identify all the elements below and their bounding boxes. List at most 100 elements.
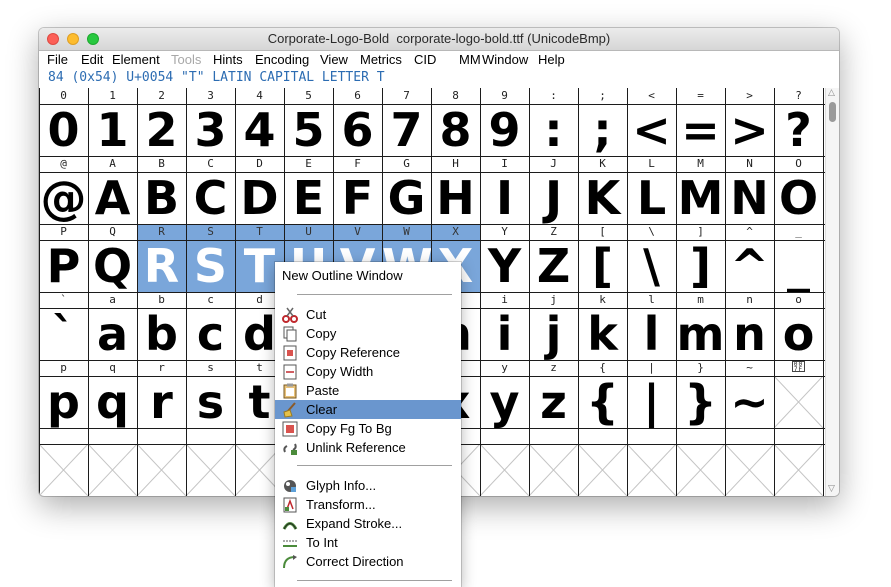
glyph-cell[interactable]: Q xyxy=(88,240,137,292)
menu-cid[interactable]: CID xyxy=(414,51,436,69)
glyph-cell[interactable] xyxy=(774,444,823,496)
title-bar[interactable]: Corporate-Logo-Bold corporate-logo-bold.… xyxy=(39,28,839,51)
glyph-cell[interactable]: m xyxy=(676,308,725,360)
glyph-cell[interactable] xyxy=(774,376,823,428)
glyph-cell[interactable] xyxy=(578,444,627,496)
glyph-cell[interactable]: [ xyxy=(578,240,627,292)
glyph-cell[interactable]: 0 xyxy=(39,104,88,156)
glyph-cell[interactable]: k xyxy=(578,308,627,360)
glyph-cell[interactable]: ; xyxy=(578,104,627,156)
glyph-cell[interactable]: D xyxy=(235,172,284,224)
glyph-cell[interactable]: ^ xyxy=(725,240,774,292)
glyph-cell[interactable] xyxy=(39,444,88,496)
glyph-cell[interactable]: H xyxy=(431,172,480,224)
context-item-copy-fg-to-bg[interactable]: Copy Fg To Bg xyxy=(275,419,461,438)
menu-encoding[interactable]: Encoding xyxy=(255,51,309,69)
glyph-cell[interactable]: a xyxy=(88,308,137,360)
glyph-cell[interactable] xyxy=(725,444,774,496)
glyph-cell[interactable]: 8 xyxy=(431,104,480,156)
context-item-clear[interactable]: Clear xyxy=(275,400,461,419)
menu-edit[interactable]: Edit xyxy=(81,51,103,69)
glyph-cell[interactable]: | xyxy=(627,376,676,428)
glyph-cell[interactable]: K xyxy=(578,172,627,224)
glyph-cell[interactable]: s xyxy=(186,376,235,428)
menu-hints[interactable]: Hints xyxy=(213,51,243,69)
glyph-cell[interactable] xyxy=(529,444,578,496)
glyph-cell[interactable] xyxy=(137,444,186,496)
context-item-transform[interactable]: Transform... xyxy=(275,495,461,514)
glyph-cell[interactable]: 4 xyxy=(235,104,284,156)
glyph-cell[interactable]: p xyxy=(39,376,88,428)
glyph-cell[interactable]: G xyxy=(382,172,431,224)
glyph-cell[interactable]: J xyxy=(529,172,578,224)
glyph-cell[interactable] xyxy=(676,444,725,496)
glyph-cell[interactable]: E xyxy=(284,172,333,224)
glyph-cell[interactable]: \ xyxy=(627,240,676,292)
scroll-down-arrow-icon[interactable]: ▽ xyxy=(828,485,835,494)
glyph-cell[interactable]: j xyxy=(529,308,578,360)
glyph-cell[interactable]: 9 xyxy=(480,104,529,156)
glyph-cell[interactable]: F xyxy=(333,172,382,224)
scroll-up-arrow-icon[interactable]: △ xyxy=(828,89,835,98)
glyph-cell[interactable]: o xyxy=(774,308,823,360)
glyph-cell[interactable]: Y xyxy=(480,240,529,292)
glyph-cell[interactable]: 5 xyxy=(284,104,333,156)
glyph-cell[interactable]: B xyxy=(137,172,186,224)
glyph-cell[interactable] xyxy=(480,444,529,496)
glyph-cell[interactable]: L xyxy=(627,172,676,224)
context-item-to-int[interactable]: To Int xyxy=(275,533,461,552)
glyph-cell[interactable]: R xyxy=(137,240,186,292)
glyph-cell[interactable]: : xyxy=(529,104,578,156)
glyph-cell[interactable]: ] xyxy=(676,240,725,292)
glyph-cell[interactable]: > xyxy=(725,104,774,156)
glyph-cell[interactable]: Z xyxy=(529,240,578,292)
context-item-cut[interactable]: Cut xyxy=(275,305,461,324)
glyph-cell[interactable]: = xyxy=(676,104,725,156)
context-item-copy-reference[interactable]: Copy Reference xyxy=(275,343,461,362)
glyph-cell[interactable]: O xyxy=(774,172,823,224)
context-item-copy-width[interactable]: Copy Width xyxy=(275,362,461,381)
context-item-copy[interactable]: Copy xyxy=(275,324,461,343)
glyph-cell[interactable]: 6 xyxy=(333,104,382,156)
glyph-cell[interactable]: { xyxy=(578,376,627,428)
glyph-cell[interactable]: l xyxy=(627,308,676,360)
menu-help[interactable]: Help xyxy=(538,51,565,69)
glyph-cell[interactable]: S xyxy=(186,240,235,292)
glyph-cell[interactable]: n xyxy=(725,308,774,360)
vertical-scrollbar[interactable]: △ ▽ xyxy=(825,88,839,496)
context-item-correct-direction[interactable]: Correct Direction xyxy=(275,552,461,571)
glyph-cell[interactable]: i xyxy=(480,308,529,360)
glyph-cell[interactable]: ` xyxy=(39,308,88,360)
glyph-cell[interactable] xyxy=(88,444,137,496)
glyph-cell[interactable]: 3 xyxy=(186,104,235,156)
glyph-cell[interactable]: @ xyxy=(39,172,88,224)
glyph-cell[interactable]: < xyxy=(627,104,676,156)
glyph-cell[interactable]: } xyxy=(676,376,725,428)
glyph-cell[interactable]: ~ xyxy=(725,376,774,428)
context-item-expand-stroke[interactable]: Expand Stroke... xyxy=(275,514,461,533)
glyph-cell[interactable]: 7 xyxy=(382,104,431,156)
context-item-unlink-reference[interactable]: Unlink Reference xyxy=(275,438,461,457)
context-item-glyph-info[interactable]: Glyph Info... xyxy=(275,476,461,495)
glyph-cell[interactable]: y xyxy=(480,376,529,428)
glyph-cell[interactable]: z xyxy=(529,376,578,428)
glyph-cell[interactable]: 1 xyxy=(88,104,137,156)
glyph-cell[interactable]: I xyxy=(480,172,529,224)
menu-element[interactable]: Element xyxy=(112,51,160,69)
glyph-cell[interactable]: C xyxy=(186,172,235,224)
context-item-paste[interactable]: Paste xyxy=(275,381,461,400)
scrollbar-thumb[interactable] xyxy=(829,102,836,122)
glyph-cell[interactable]: P xyxy=(39,240,88,292)
glyph-cell[interactable]: r xyxy=(137,376,186,428)
glyph-cell[interactable]: _ xyxy=(774,240,823,292)
menu-metrics[interactable]: Metrics xyxy=(360,51,402,69)
glyph-cell[interactable]: M xyxy=(676,172,725,224)
glyph-cell[interactable]: b xyxy=(137,308,186,360)
menu-view[interactable]: View xyxy=(320,51,348,69)
glyph-cell[interactable]: ? xyxy=(774,104,823,156)
menu-mm[interactable]: MM xyxy=(459,51,481,69)
glyph-cell[interactable] xyxy=(627,444,676,496)
glyph-cell[interactable]: q xyxy=(88,376,137,428)
menu-file[interactable]: File xyxy=(47,51,68,69)
glyph-cell[interactable]: 2 xyxy=(137,104,186,156)
